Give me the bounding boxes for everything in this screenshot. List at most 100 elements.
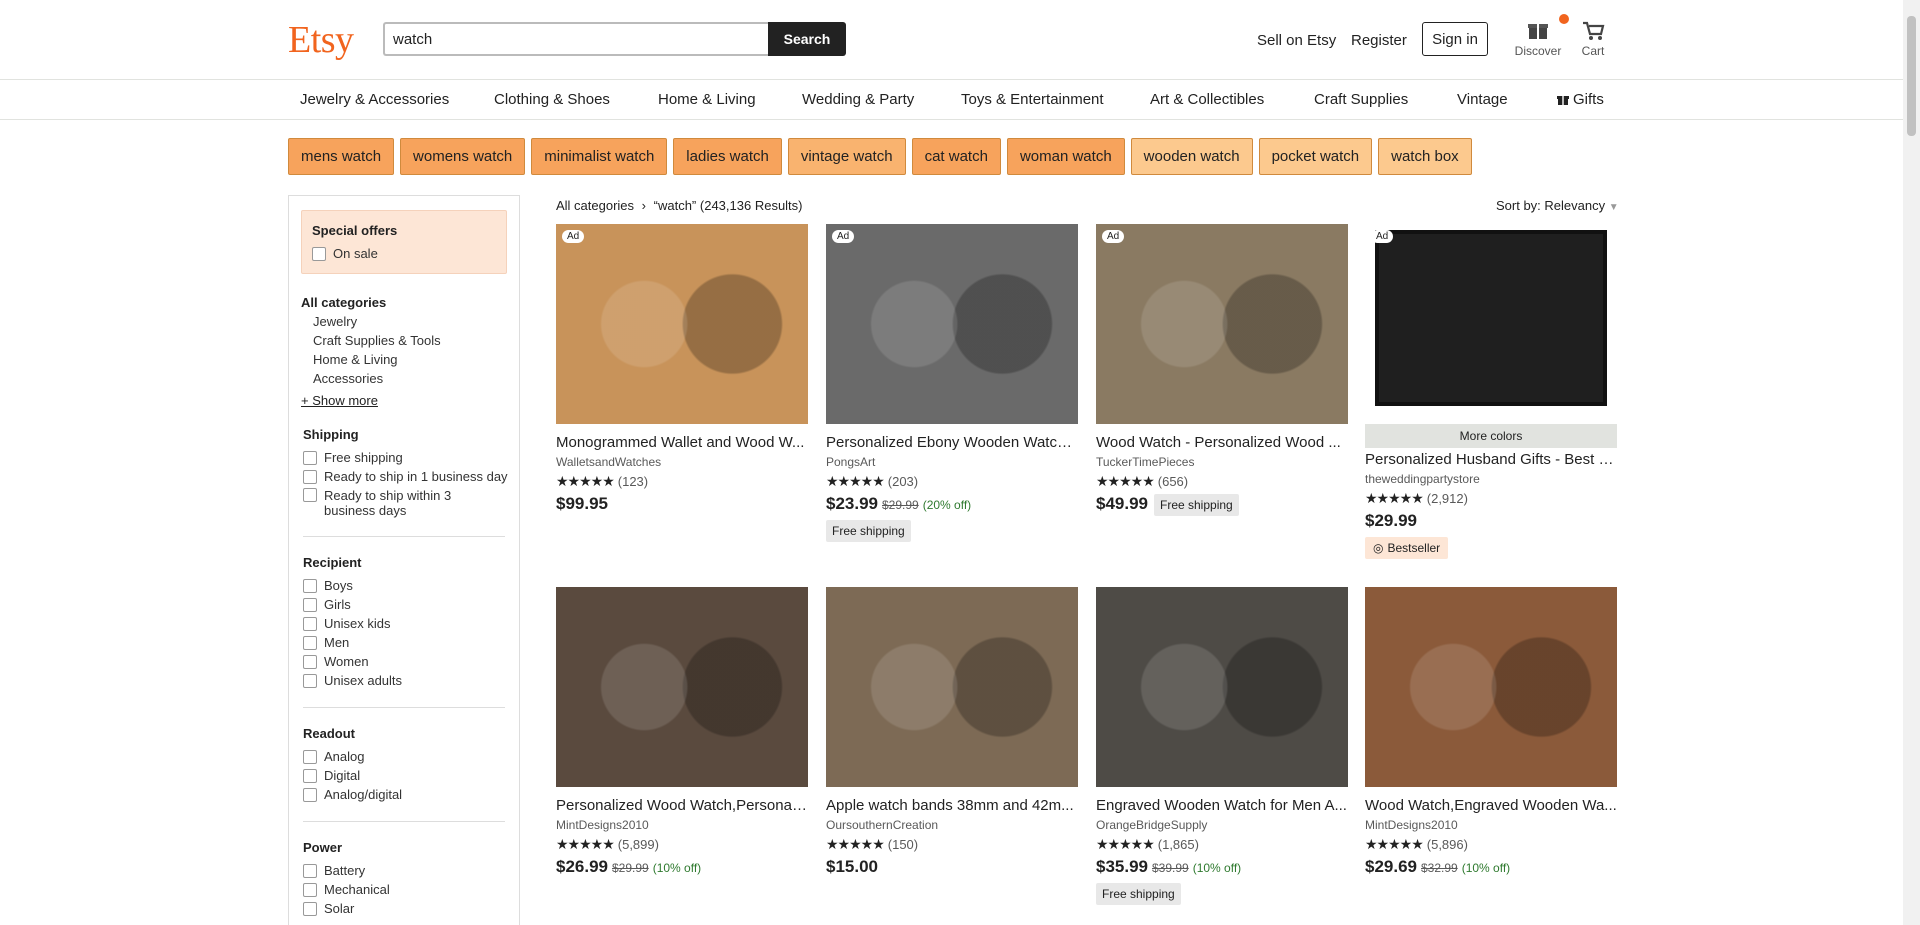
etsy-logo[interactable]: Etsy (288, 18, 354, 62)
nav-craft-supplies[interactable]: Craft Supplies (1314, 91, 1408, 108)
readout-digital-filter[interactable]: Digital (303, 768, 360, 783)
readout-analog-filter[interactable]: Analog (303, 749, 364, 764)
breadcrumb-all-categories[interactable]: All categories (556, 198, 634, 213)
register-link[interactable]: Register (1351, 32, 1407, 49)
sell-on-etsy-link[interactable]: Sell on Etsy (1257, 32, 1336, 49)
listing-card[interactable]: Ad Wood Watch - Personalized Wood ... Tuck… (1096, 224, 1348, 516)
shop-name[interactable]: OursouthernCreation (826, 818, 1078, 832)
nav-wedding-party[interactable]: Wedding & Party (802, 91, 914, 108)
related-search-pill[interactable]: pocket watch (1258, 138, 1373, 175)
shop-name[interactable]: TuckerTimePieces (1096, 455, 1348, 469)
checkbox[interactable] (303, 768, 317, 783)
recipient-women-filter[interactable]: Women (303, 654, 369, 669)
shop-name[interactable]: MintDesigns2010 (556, 818, 808, 832)
ship-3-days-filter[interactable]: Ready to ship within 3 business days (303, 488, 503, 518)
category-craft-supplies-tools[interactable]: Craft Supplies & Tools (313, 333, 441, 348)
on-sale-filter[interactable]: On sale (312, 246, 496, 261)
all-categories-title[interactable]: All categories (301, 295, 386, 310)
checkbox[interactable] (303, 578, 317, 593)
listing-card[interactable]: Personalized Wood Watch,Personali... Mint… (556, 587, 808, 877)
discover-button[interactable]: Discover (1511, 14, 1569, 58)
readout-analog-digital-filter[interactable]: Analog/digital (303, 787, 402, 802)
checkbox[interactable] (303, 863, 317, 878)
listing-card[interactable]: Ad More colors Personalized Husband Gifts … (1365, 224, 1617, 559)
checkbox[interactable] (303, 673, 317, 688)
shop-name[interactable]: WalletsandWatches (556, 455, 808, 469)
related-search-pill[interactable]: mens watch (288, 138, 395, 175)
checkbox[interactable] (303, 749, 317, 764)
listing-image[interactable] (1096, 587, 1348, 787)
listing-image[interactable]: Ad (826, 224, 1078, 424)
checkbox[interactable] (303, 469, 317, 484)
scrollbar-thumb[interactable] (1907, 16, 1916, 136)
search-input[interactable] (383, 22, 768, 56)
category-home-living[interactable]: Home & Living (313, 352, 398, 367)
recipient-boys-filter[interactable]: Boys (303, 578, 353, 593)
sign-in-button[interactable]: Sign in (1422, 22, 1488, 56)
checkbox[interactable] (303, 901, 317, 916)
recipient-unisex-adults-filter[interactable]: Unisex adults (303, 673, 402, 688)
checkbox[interactable] (303, 882, 317, 897)
sort-dropdown[interactable]: Sort by: Relevancy ▼ (1496, 198, 1619, 213)
page-scrollbar[interactable] (1903, 0, 1920, 925)
related-search-pill[interactable]: cat watch (911, 138, 1001, 175)
checkbox[interactable] (303, 616, 317, 631)
listing-card[interactable]: Engraved Wooden Watch for Men A... Orange… (1096, 587, 1348, 905)
listing-card[interactable]: Wood Watch,Engraved Wooden Wa... MintDesi… (1365, 587, 1617, 877)
related-search-pill[interactable]: vintage watch (787, 138, 906, 175)
more-colors-label[interactable]: More colors (1365, 424, 1617, 448)
nav-home-living[interactable]: Home & Living (658, 91, 756, 108)
related-search-pill[interactable]: minimalist watch (531, 138, 668, 175)
checkbox[interactable] (312, 246, 326, 261)
listing-image[interactable] (556, 587, 808, 787)
recipient-men-filter[interactable]: Men (303, 635, 349, 650)
shop-name[interactable]: OrangeBridgeSupply (1096, 818, 1348, 832)
listing-title[interactable]: Personalized Husband Gifts - Best B... (1365, 451, 1617, 468)
checkbox[interactable] (303, 450, 317, 465)
nav-gifts[interactable]: Gifts (1557, 91, 1604, 108)
power-solar-filter[interactable]: Solar (303, 901, 354, 916)
listing-title[interactable]: Personalized Ebony Wooden Watch ... (826, 434, 1078, 451)
listing-card[interactable]: Apple watch bands 38mm and 42m... Oursout… (826, 587, 1078, 877)
listing-image[interactable]: Ad (1365, 224, 1617, 424)
checkbox[interactable] (303, 488, 317, 502)
checkbox[interactable] (303, 635, 317, 650)
recipient-girls-filter[interactable]: Girls (303, 597, 351, 612)
shop-name[interactable]: PongsArt (826, 455, 1078, 469)
category-accessories[interactable]: Accessories (313, 371, 383, 386)
listing-image[interactable] (1365, 587, 1617, 787)
free-shipping-filter[interactable]: Free shipping (303, 450, 403, 465)
checkbox[interactable] (303, 787, 317, 802)
power-mechanical-filter[interactable]: Mechanical (303, 882, 390, 897)
related-search-pill[interactable]: woman watch (1006, 138, 1125, 175)
nav-jewelry-accessories[interactable]: Jewelry & Accessories (300, 91, 449, 108)
listing-title[interactable]: Personalized Wood Watch,Personali... (556, 797, 808, 814)
shop-name[interactable]: theweddingpartystore (1365, 472, 1617, 486)
listing-title[interactable]: Engraved Wooden Watch for Men A... (1096, 797, 1348, 814)
related-search-pill[interactable]: ladies watch (673, 138, 782, 175)
checkbox[interactable] (303, 654, 317, 669)
nav-vintage[interactable]: Vintage (1457, 91, 1508, 108)
recipient-unisex-kids-filter[interactable]: Unisex kids (303, 616, 390, 631)
related-search-pill[interactable]: wooden watch (1130, 138, 1253, 175)
cart-button[interactable]: Cart (1566, 20, 1620, 58)
listing-card[interactable]: Ad Personalized Ebony Wooden Watch ... Pon… (826, 224, 1078, 542)
listing-image[interactable]: Ad (556, 224, 808, 424)
show-more-link[interactable]: + Show more (301, 393, 378, 408)
related-search-pill[interactable]: womens watch (400, 138, 526, 175)
nav-toys-entertainment[interactable]: Toys & Entertainment (961, 91, 1104, 108)
listing-title[interactable]: Wood Watch - Personalized Wood ... (1096, 434, 1348, 451)
power-battery-filter[interactable]: Battery (303, 863, 365, 878)
listing-image[interactable] (826, 587, 1078, 787)
search-button[interactable]: Search (768, 22, 846, 56)
ship-1-day-filter[interactable]: Ready to ship in 1 business day (303, 469, 508, 484)
shop-name[interactable]: MintDesigns2010 (1365, 818, 1617, 832)
nav-clothing-shoes[interactable]: Clothing & Shoes (494, 91, 610, 108)
listing-image[interactable]: Ad (1096, 224, 1348, 424)
nav-art-collectibles[interactable]: Art & Collectibles (1150, 91, 1264, 108)
listing-title[interactable]: Monogrammed Wallet and Wood W... (556, 434, 808, 451)
listing-title[interactable]: Apple watch bands 38mm and 42m... (826, 797, 1078, 814)
listing-title[interactable]: Wood Watch,Engraved Wooden Wa... (1365, 797, 1617, 814)
checkbox[interactable] (303, 597, 317, 612)
category-jewelry[interactable]: Jewelry (313, 314, 357, 329)
